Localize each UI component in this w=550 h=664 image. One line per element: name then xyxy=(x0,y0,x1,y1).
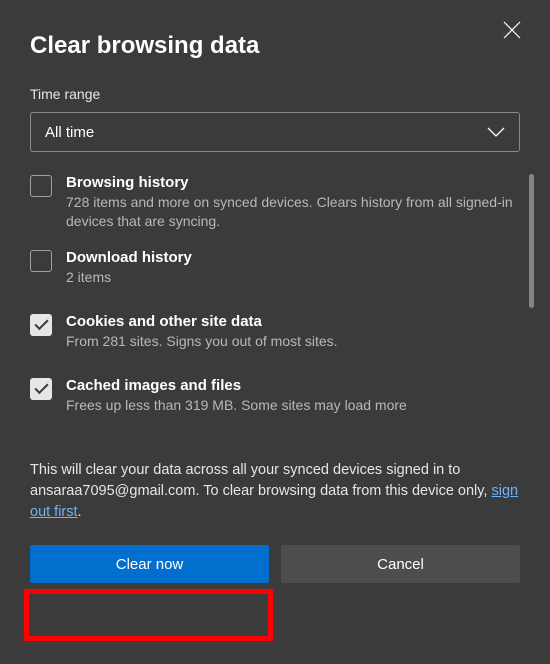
option-title: Download history xyxy=(66,249,520,266)
checkbox-cookies[interactable] xyxy=(30,314,52,336)
dialog-title: Clear browsing data xyxy=(30,32,520,60)
option-desc: Frees up less than 319 MB. Some sites ma… xyxy=(66,396,520,415)
option-desc: 2 items xyxy=(66,268,520,287)
checkbox-browsing-history[interactable] xyxy=(30,175,52,197)
scrollbar[interactable] xyxy=(529,174,534,308)
time-range-label: Time range xyxy=(30,86,520,102)
checkbox-cached[interactable] xyxy=(30,378,52,400)
option-desc: 728 items and more on synced devices. Cl… xyxy=(66,193,520,231)
option-desc: From 281 sites. Signs you out of most si… xyxy=(66,332,520,351)
options-list: Browsing history 728 items and more on s… xyxy=(30,174,520,414)
time-range-value: All time xyxy=(45,124,94,141)
checkbox-download-history[interactable] xyxy=(30,250,52,272)
dialog-buttons: Clear now Cancel xyxy=(30,545,520,583)
option-browsing-history: Browsing history 728 items and more on s… xyxy=(30,174,520,231)
footer-notice: This will clear your data across all you… xyxy=(30,460,520,523)
chevron-down-icon xyxy=(487,127,505,137)
clear-browsing-data-dialog: Clear browsing data Time range All time … xyxy=(0,0,550,664)
clear-now-button[interactable]: Clear now xyxy=(30,545,269,583)
footer-text-after: . xyxy=(78,504,82,520)
close-icon xyxy=(503,21,521,39)
close-button[interactable] xyxy=(496,14,528,46)
cancel-button[interactable]: Cancel xyxy=(281,545,520,583)
option-title: Cached images and files xyxy=(66,377,520,394)
option-cached: Cached images and files Frees up less th… xyxy=(30,377,520,415)
option-title: Browsing history xyxy=(66,174,520,191)
option-download-history: Download history 2 items xyxy=(30,249,520,287)
footer-text-before: This will clear your data across all you… xyxy=(30,462,492,499)
option-cookies: Cookies and other site data From 281 sit… xyxy=(30,313,520,351)
option-title: Cookies and other site data xyxy=(66,313,520,330)
time-range-select[interactable]: All time xyxy=(30,112,520,152)
